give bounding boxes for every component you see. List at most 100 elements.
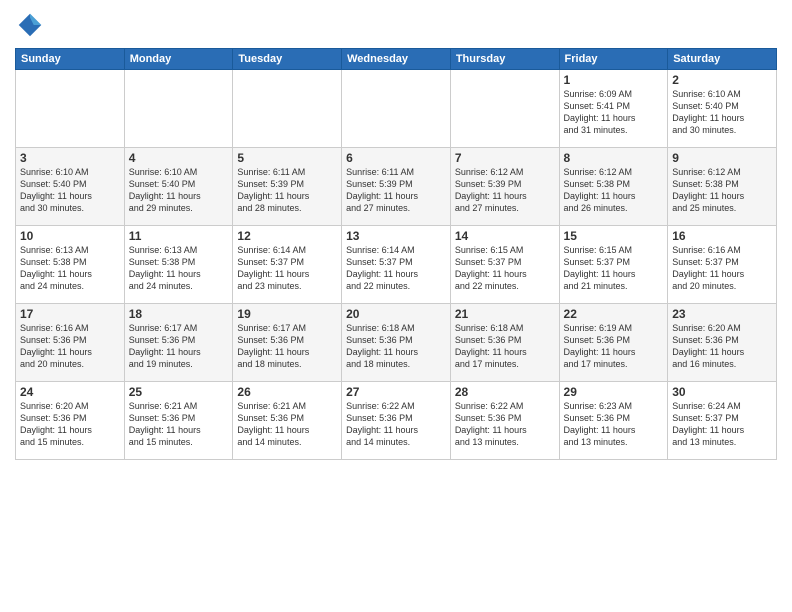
- calendar-week-row: 24Sunrise: 6:20 AM Sunset: 5:36 PM Dayli…: [16, 382, 777, 460]
- day-info: Sunrise: 6:13 AM Sunset: 5:38 PM Dayligh…: [129, 244, 229, 293]
- day-number: 6: [346, 151, 446, 165]
- day-number: 20: [346, 307, 446, 321]
- calendar-week-row: 10Sunrise: 6:13 AM Sunset: 5:38 PM Dayli…: [16, 226, 777, 304]
- day-info: Sunrise: 6:15 AM Sunset: 5:37 PM Dayligh…: [564, 244, 664, 293]
- calendar-cell: [342, 70, 451, 148]
- calendar-cell: 11Sunrise: 6:13 AM Sunset: 5:38 PM Dayli…: [124, 226, 233, 304]
- day-info: Sunrise: 6:10 AM Sunset: 5:40 PM Dayligh…: [129, 166, 229, 215]
- calendar-header-row: SundayMondayTuesdayWednesdayThursdayFrid…: [16, 49, 777, 70]
- header: [15, 10, 777, 40]
- day-number: 1: [564, 73, 664, 87]
- day-info: Sunrise: 6:14 AM Sunset: 5:37 PM Dayligh…: [237, 244, 337, 293]
- day-info: Sunrise: 6:24 AM Sunset: 5:37 PM Dayligh…: [672, 400, 772, 449]
- day-info: Sunrise: 6:21 AM Sunset: 5:36 PM Dayligh…: [129, 400, 229, 449]
- day-info: Sunrise: 6:09 AM Sunset: 5:41 PM Dayligh…: [564, 88, 664, 137]
- day-info: Sunrise: 6:17 AM Sunset: 5:36 PM Dayligh…: [129, 322, 229, 371]
- day-number: 10: [20, 229, 120, 243]
- day-number: 21: [455, 307, 555, 321]
- day-number: 16: [672, 229, 772, 243]
- calendar-cell: 2Sunrise: 6:10 AM Sunset: 5:40 PM Daylig…: [668, 70, 777, 148]
- day-info: Sunrise: 6:22 AM Sunset: 5:36 PM Dayligh…: [455, 400, 555, 449]
- day-header-friday: Friday: [559, 49, 668, 70]
- day-info: Sunrise: 6:22 AM Sunset: 5:36 PM Dayligh…: [346, 400, 446, 449]
- calendar-cell: 12Sunrise: 6:14 AM Sunset: 5:37 PM Dayli…: [233, 226, 342, 304]
- calendar-cell: 4Sunrise: 6:10 AM Sunset: 5:40 PM Daylig…: [124, 148, 233, 226]
- day-info: Sunrise: 6:12 AM Sunset: 5:38 PM Dayligh…: [672, 166, 772, 215]
- calendar-cell: 30Sunrise: 6:24 AM Sunset: 5:37 PM Dayli…: [668, 382, 777, 460]
- calendar-cell: 26Sunrise: 6:21 AM Sunset: 5:36 PM Dayli…: [233, 382, 342, 460]
- day-info: Sunrise: 6:21 AM Sunset: 5:36 PM Dayligh…: [237, 400, 337, 449]
- day-number: 30: [672, 385, 772, 399]
- day-number: 7: [455, 151, 555, 165]
- calendar-cell: 9Sunrise: 6:12 AM Sunset: 5:38 PM Daylig…: [668, 148, 777, 226]
- calendar-cell: 27Sunrise: 6:22 AM Sunset: 5:36 PM Dayli…: [342, 382, 451, 460]
- day-number: 14: [455, 229, 555, 243]
- day-info: Sunrise: 6:13 AM Sunset: 5:38 PM Dayligh…: [20, 244, 120, 293]
- day-header-monday: Monday: [124, 49, 233, 70]
- logo: [15, 10, 49, 40]
- day-info: Sunrise: 6:12 AM Sunset: 5:39 PM Dayligh…: [455, 166, 555, 215]
- calendar-cell: 24Sunrise: 6:20 AM Sunset: 5:36 PM Dayli…: [16, 382, 125, 460]
- calendar-cell: 28Sunrise: 6:22 AM Sunset: 5:36 PM Dayli…: [450, 382, 559, 460]
- day-number: 15: [564, 229, 664, 243]
- calendar-cell: 29Sunrise: 6:23 AM Sunset: 5:36 PM Dayli…: [559, 382, 668, 460]
- calendar-cell: 3Sunrise: 6:10 AM Sunset: 5:40 PM Daylig…: [16, 148, 125, 226]
- day-info: Sunrise: 6:20 AM Sunset: 5:36 PM Dayligh…: [672, 322, 772, 371]
- day-number: 2: [672, 73, 772, 87]
- calendar-week-row: 1Sunrise: 6:09 AM Sunset: 5:41 PM Daylig…: [16, 70, 777, 148]
- calendar-cell: [450, 70, 559, 148]
- calendar-cell: 23Sunrise: 6:20 AM Sunset: 5:36 PM Dayli…: [668, 304, 777, 382]
- day-header-wednesday: Wednesday: [342, 49, 451, 70]
- day-number: 5: [237, 151, 337, 165]
- calendar-cell: 8Sunrise: 6:12 AM Sunset: 5:38 PM Daylig…: [559, 148, 668, 226]
- day-number: 26: [237, 385, 337, 399]
- day-info: Sunrise: 6:19 AM Sunset: 5:36 PM Dayligh…: [564, 322, 664, 371]
- day-info: Sunrise: 6:16 AM Sunset: 5:37 PM Dayligh…: [672, 244, 772, 293]
- calendar-cell: 1Sunrise: 6:09 AM Sunset: 5:41 PM Daylig…: [559, 70, 668, 148]
- day-number: 4: [129, 151, 229, 165]
- calendar-week-row: 3Sunrise: 6:10 AM Sunset: 5:40 PM Daylig…: [16, 148, 777, 226]
- day-info: Sunrise: 6:11 AM Sunset: 5:39 PM Dayligh…: [346, 166, 446, 215]
- day-info: Sunrise: 6:17 AM Sunset: 5:36 PM Dayligh…: [237, 322, 337, 371]
- day-info: Sunrise: 6:23 AM Sunset: 5:36 PM Dayligh…: [564, 400, 664, 449]
- calendar-cell: 10Sunrise: 6:13 AM Sunset: 5:38 PM Dayli…: [16, 226, 125, 304]
- calendar-cell: 7Sunrise: 6:12 AM Sunset: 5:39 PM Daylig…: [450, 148, 559, 226]
- day-number: 19: [237, 307, 337, 321]
- page: SundayMondayTuesdayWednesdayThursdayFrid…: [0, 0, 792, 612]
- calendar-week-row: 17Sunrise: 6:16 AM Sunset: 5:36 PM Dayli…: [16, 304, 777, 382]
- day-number: 8: [564, 151, 664, 165]
- day-header-tuesday: Tuesday: [233, 49, 342, 70]
- day-number: 24: [20, 385, 120, 399]
- calendar-cell: 16Sunrise: 6:16 AM Sunset: 5:37 PM Dayli…: [668, 226, 777, 304]
- day-header-sunday: Sunday: [16, 49, 125, 70]
- calendar-cell: 18Sunrise: 6:17 AM Sunset: 5:36 PM Dayli…: [124, 304, 233, 382]
- day-info: Sunrise: 6:14 AM Sunset: 5:37 PM Dayligh…: [346, 244, 446, 293]
- calendar-cell: 21Sunrise: 6:18 AM Sunset: 5:36 PM Dayli…: [450, 304, 559, 382]
- day-number: 18: [129, 307, 229, 321]
- day-header-saturday: Saturday: [668, 49, 777, 70]
- day-info: Sunrise: 6:15 AM Sunset: 5:37 PM Dayligh…: [455, 244, 555, 293]
- day-number: 3: [20, 151, 120, 165]
- day-number: 29: [564, 385, 664, 399]
- day-info: Sunrise: 6:20 AM Sunset: 5:36 PM Dayligh…: [20, 400, 120, 449]
- day-info: Sunrise: 6:10 AM Sunset: 5:40 PM Dayligh…: [20, 166, 120, 215]
- day-number: 22: [564, 307, 664, 321]
- day-number: 23: [672, 307, 772, 321]
- calendar-cell: 20Sunrise: 6:18 AM Sunset: 5:36 PM Dayli…: [342, 304, 451, 382]
- calendar-cell: 19Sunrise: 6:17 AM Sunset: 5:36 PM Dayli…: [233, 304, 342, 382]
- calendar-cell: [124, 70, 233, 148]
- calendar-cell: 15Sunrise: 6:15 AM Sunset: 5:37 PM Dayli…: [559, 226, 668, 304]
- day-number: 17: [20, 307, 120, 321]
- day-info: Sunrise: 6:10 AM Sunset: 5:40 PM Dayligh…: [672, 88, 772, 137]
- day-number: 13: [346, 229, 446, 243]
- day-number: 12: [237, 229, 337, 243]
- day-number: 9: [672, 151, 772, 165]
- logo-icon: [15, 10, 45, 40]
- day-number: 25: [129, 385, 229, 399]
- day-info: Sunrise: 6:11 AM Sunset: 5:39 PM Dayligh…: [237, 166, 337, 215]
- calendar-cell: 17Sunrise: 6:16 AM Sunset: 5:36 PM Dayli…: [16, 304, 125, 382]
- calendar-cell: 5Sunrise: 6:11 AM Sunset: 5:39 PM Daylig…: [233, 148, 342, 226]
- day-number: 28: [455, 385, 555, 399]
- calendar-table: SundayMondayTuesdayWednesdayThursdayFrid…: [15, 48, 777, 460]
- day-info: Sunrise: 6:18 AM Sunset: 5:36 PM Dayligh…: [455, 322, 555, 371]
